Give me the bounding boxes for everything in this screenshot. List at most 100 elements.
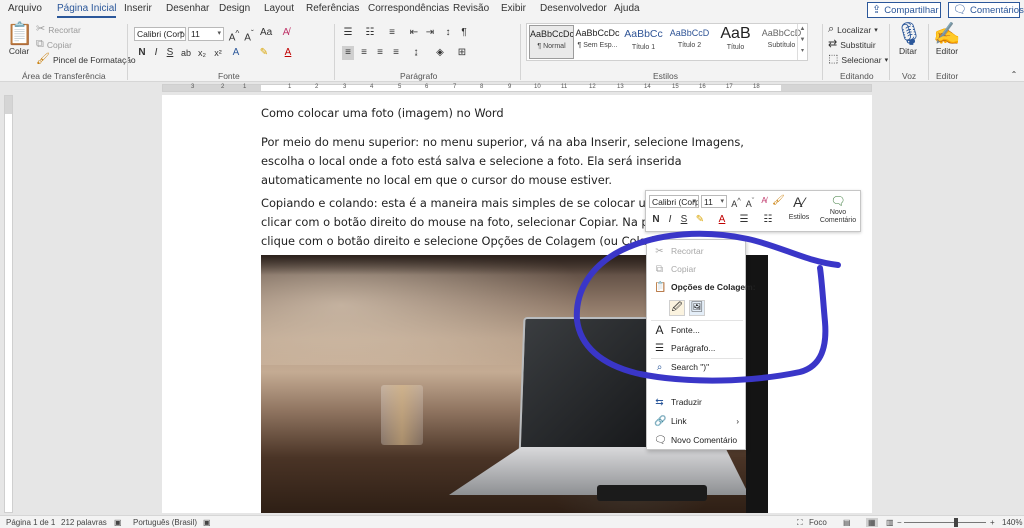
accessibility-icon[interactable]: ▣: [203, 518, 211, 527]
style-title[interactable]: AaB Título: [713, 25, 758, 59]
tab-draw[interactable]: Desenhar: [166, 3, 209, 14]
strikethrough-button[interactable]: ab: [180, 46, 192, 60]
share-button[interactable]: ⇪ Compartilhar: [867, 2, 941, 18]
change-case-button[interactable]: Aa: [260, 26, 272, 40]
subscript-button[interactable]: x₂: [196, 46, 208, 60]
tab-view[interactable]: Exibir: [501, 3, 526, 14]
menu-item-new-comment[interactable]: 🗨 Novo Comentário: [647, 431, 745, 449]
mini-font-combo[interactable]: Calibri (Corp ▾: [649, 195, 699, 208]
superscript-button[interactable]: x²: [212, 46, 224, 60]
menu-item-paragraph[interactable]: ☰ Parágrafo...: [647, 339, 745, 357]
zoom-slider[interactable]: [904, 522, 986, 523]
zoom-level[interactable]: 140%: [1002, 518, 1022, 527]
line-spacing-icon[interactable]: ↨: [410, 46, 422, 60]
menu-item-cut[interactable]: ✂ Recortar: [647, 242, 745, 260]
clear-format-icon[interactable]: A̸: [280, 26, 292, 40]
sort-icon[interactable]: ↕: [442, 26, 454, 40]
font-name-combo[interactable]: Calibri (Corp ▾: [134, 27, 186, 41]
highlighter-icon[interactable]: ✎: [258, 46, 270, 60]
font-color-icon[interactable]: A: [716, 213, 728, 227]
grow-font-button[interactable]: A^: [730, 194, 742, 211]
paintbrush-icon[interactable]: 🖌: [772, 194, 785, 208]
dictate-button[interactable]: 🎙 Ditar: [895, 22, 923, 57]
decrease-indent-icon[interactable]: ⇤: [408, 26, 420, 40]
select-button[interactable]: ⬚ Selecionar ▾: [828, 54, 888, 65]
tab-developer[interactable]: Desenvolvedor: [540, 3, 607, 14]
highlighter-icon[interactable]: ✎: [694, 213, 706, 227]
cut-button[interactable]: ✂ Recortar: [36, 24, 81, 35]
web-layout-icon[interactable]: ▥: [886, 518, 894, 527]
bold-button[interactable]: N: [136, 46, 148, 60]
collapse-ribbon-icon[interactable]: ⌃: [1008, 68, 1020, 82]
focus-icon[interactable]: ⛶: [797, 518, 803, 528]
bold-button[interactable]: N: [650, 213, 662, 227]
style-heading-2[interactable]: AaBbCcD Título 2: [667, 25, 712, 59]
tab-design[interactable]: Design: [219, 3, 250, 14]
numbering-icon[interactable]: ☷: [762, 213, 774, 227]
justify-icon[interactable]: ≡: [390, 46, 402, 60]
numbering-icon[interactable]: ☷: [364, 26, 376, 40]
style-normal[interactable]: AaBbCcDc ¶ Normal: [529, 25, 574, 59]
italic-button[interactable]: I: [150, 46, 162, 60]
paste-button[interactable]: 📋 Colar: [6, 22, 33, 57]
proofing-icon[interactable]: ▣: [114, 518, 122, 527]
menu-item-link[interactable]: 🔗 Link ›: [647, 412, 745, 430]
paste-picture-icon[interactable]: 🖼: [689, 300, 705, 316]
find-button[interactable]: ⌕ Localizar ▾: [828, 24, 878, 35]
grow-font-button[interactable]: A^: [228, 26, 240, 45]
zoom-in-icon[interactable]: +: [990, 518, 995, 527]
shrink-font-button[interactable]: Aˇ: [243, 26, 255, 45]
tab-mailings[interactable]: Correspondências: [368, 3, 449, 14]
menu-item-search[interactable]: ⌕ Search ")": [647, 358, 745, 376]
bullets-icon[interactable]: ☰: [738, 213, 750, 227]
text-effects-icon[interactable]: A: [230, 46, 242, 60]
tab-insert[interactable]: Inserir: [124, 3, 152, 14]
italic-button[interactable]: I: [664, 213, 676, 227]
increase-indent-icon[interactable]: ⇥: [424, 26, 436, 40]
menu-item-font[interactable]: A Fonte...: [647, 321, 745, 339]
bullets-icon[interactable]: ☰: [342, 26, 354, 40]
mini-size-combo[interactable]: 11 ▾: [701, 195, 727, 208]
tab-home[interactable]: Página Inicial: [57, 3, 117, 18]
menu-item-translate[interactable]: ⇆ Traduzir: [647, 393, 745, 411]
align-center-icon[interactable]: ≡: [358, 46, 370, 60]
tab-help[interactable]: Ajuda: [614, 3, 640, 14]
multilevel-list-icon[interactable]: ≡: [386, 26, 398, 40]
tab-references[interactable]: Referências: [306, 3, 359, 14]
replace-button[interactable]: ⇄ Substituir: [828, 39, 876, 50]
underline-button[interactable]: S: [678, 213, 690, 227]
editor-button[interactable]: ✍ Editor: [933, 22, 961, 57]
font-color-icon[interactable]: A: [282, 46, 294, 60]
paste-keep-formatting-icon[interactable]: 🖉: [669, 300, 685, 316]
tab-layout[interactable]: Layout: [264, 3, 294, 14]
document-title[interactable]: Como colocar uma foto (imagem) no Word: [261, 104, 771, 123]
zoom-out-icon[interactable]: −: [897, 518, 902, 527]
language-status[interactable]: Português (Brasil): [133, 518, 197, 527]
tab-review[interactable]: Revisão: [453, 3, 489, 14]
page-count[interactable]: Página 1 de 1: [6, 518, 55, 527]
style-heading-1[interactable]: AaBbCc Título 1: [621, 25, 666, 59]
tab-file[interactable]: Arquivo: [8, 3, 42, 14]
read-mode-icon[interactable]: ▤: [843, 518, 851, 527]
document-page[interactable]: Como colocar uma foto (imagem) no Word P…: [162, 95, 872, 513]
word-count[interactable]: 212 palavras: [61, 518, 107, 527]
shrink-font-button[interactable]: Aˇ: [744, 194, 756, 211]
copy-button[interactable]: ⧉ Copiar: [36, 39, 72, 50]
font-size-combo[interactable]: 11 ▾: [188, 27, 224, 41]
show-marks-icon[interactable]: ¶: [458, 26, 470, 40]
align-left-icon[interactable]: ≡: [342, 46, 354, 60]
style-no-spacing[interactable]: AaBbCcDc ¶ Sem Esp...: [575, 25, 620, 59]
mini-new-comment-button[interactable]: 🗨 Novo Comentário: [816, 193, 860, 225]
borders-icon[interactable]: ⊞: [456, 46, 468, 60]
comments-button[interactable]: 🗨 Comentários: [948, 2, 1024, 18]
zoom-slider-thumb[interactable]: [954, 518, 958, 527]
underline-button[interactable]: S: [164, 46, 176, 60]
mini-styles-button[interactable]: A⁄ Estilos: [784, 193, 814, 221]
print-layout-icon[interactable]: ▦: [866, 518, 878, 527]
format-painter-button[interactable]: 🖌 Pincel de Formatação: [36, 54, 136, 65]
menu-item-copy[interactable]: ⧉ Copiar: [647, 260, 745, 278]
shading-icon[interactable]: ◈: [434, 46, 446, 60]
focus-label[interactable]: Foco: [809, 518, 827, 527]
clear-format-icon[interactable]: A̸: [758, 194, 770, 208]
align-right-icon[interactable]: ≡: [374, 46, 386, 60]
